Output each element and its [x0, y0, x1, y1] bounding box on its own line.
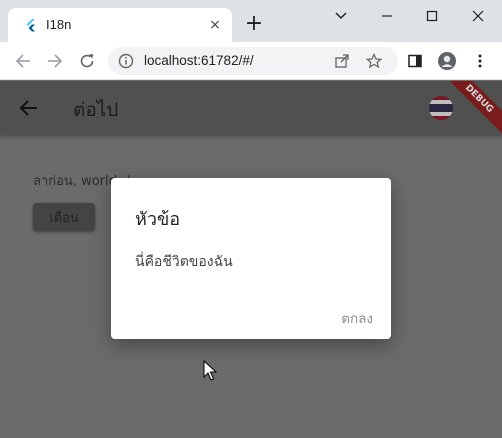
back-nav-icon[interactable]	[13, 51, 33, 71]
reload-icon[interactable]	[77, 51, 97, 71]
dialog-content: นี่คือชีวิตของฉัน	[135, 254, 233, 270]
app-viewport: ต่อไป DEBUG ลาก่อน, world :/ เตือน หัวข้…	[0, 81, 502, 438]
close-window-icon[interactable]	[463, 6, 493, 26]
warn-button[interactable]: เตือน	[33, 203, 95, 231]
new-tab-button[interactable]: +	[243, 13, 265, 35]
side-panel-icon[interactable]	[405, 51, 425, 71]
app-bar-title: ต่อไป	[73, 99, 119, 121]
kebab-menu-icon[interactable]	[470, 51, 490, 71]
browser-tabbar: I18n × +	[0, 0, 502, 42]
dialog-title: หัวข้อ	[135, 209, 181, 230]
share-icon[interactable]	[334, 53, 350, 69]
profile-avatar-icon[interactable]	[437, 51, 457, 71]
app-bar: ต่อไป DEBUG	[0, 81, 502, 137]
url-text[interactable]: localhost:61782/#/	[144, 53, 254, 68]
browser-tab[interactable]: I18n ×	[8, 8, 232, 42]
star-icon[interactable]	[366, 53, 382, 69]
dialog-ok-button[interactable]: ตกลง	[341, 307, 373, 329]
tab-search-icon[interactable]	[326, 6, 356, 26]
forward-nav-icon[interactable]	[45, 51, 65, 71]
address-bar[interactable]: localhost:61782/#/	[108, 47, 398, 75]
back-arrow-icon[interactable]	[18, 97, 40, 119]
maximize-icon[interactable]	[417, 6, 447, 26]
tab-title: I18n	[46, 17, 72, 32]
minimize-icon[interactable]	[372, 6, 402, 26]
info-icon[interactable]	[118, 53, 134, 69]
flutter-icon	[26, 19, 35, 32]
browser-toolbar: localhost:61782/#/	[0, 42, 502, 80]
mouse-cursor-icon	[203, 360, 217, 381]
tab-close-icon[interactable]: ×	[206, 16, 224, 34]
thai-flag-icon[interactable]	[429, 96, 453, 120]
alert-dialog: หัวข้อ นี่คือชีวิตของฉัน ตกลง	[111, 178, 391, 339]
